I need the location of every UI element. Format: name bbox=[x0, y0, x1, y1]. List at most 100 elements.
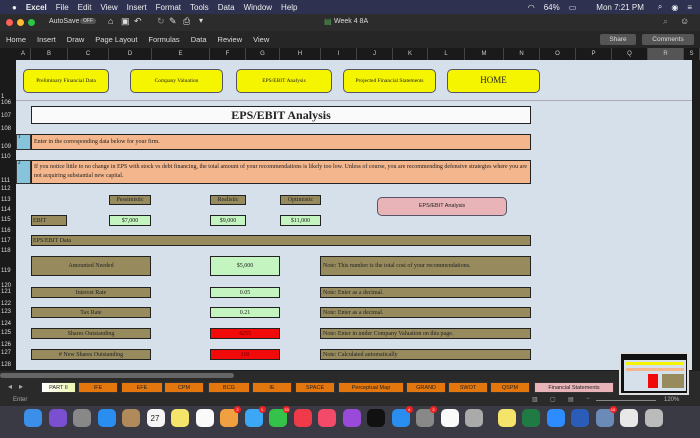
row-header-118[interactable]: 118 bbox=[1, 248, 11, 254]
excel-dock-icon[interactable] bbox=[522, 409, 540, 427]
smiley-feedback-icon[interactable]: ☺ bbox=[680, 16, 689, 26]
share-button[interactable]: Share bbox=[600, 34, 636, 45]
menu-edit[interactable]: Edit bbox=[78, 3, 92, 12]
column-header-i[interactable]: I bbox=[321, 48, 357, 60]
comments-button[interactable]: Comments bbox=[642, 34, 694, 45]
menu-data[interactable]: Data bbox=[218, 3, 235, 12]
scenario-header-realistic[interactable]: Realistic bbox=[210, 195, 246, 205]
data-row-value[interactable]: 0.21 bbox=[210, 307, 280, 318]
tab-review[interactable]: Review bbox=[218, 35, 243, 44]
eps-ebit-chart-button[interactable]: EPS/EBIT Analysis bbox=[377, 197, 507, 216]
data-row-label[interactable]: Shares Outstanding bbox=[31, 328, 151, 339]
trash-dock-icon[interactable] bbox=[644, 409, 663, 427]
apple-icon[interactable]: ● bbox=[12, 3, 17, 12]
zoom-dock-icon[interactable] bbox=[546, 409, 565, 427]
system-preferences-dock-icon[interactable]: 2 bbox=[416, 406, 437, 427]
autosave-toggle[interactable]: OFF bbox=[80, 18, 96, 24]
ebit-pessimistic-input[interactable]: $7,000 bbox=[109, 215, 151, 226]
minimize-window-button[interactable] bbox=[17, 19, 24, 26]
search-icon[interactable]: ⌕ bbox=[663, 16, 668, 27]
notes-2-dock-icon[interactable] bbox=[497, 409, 516, 427]
redo-icon[interactable]: ↻ bbox=[157, 16, 165, 27]
row-header-128[interactable]: 128 bbox=[1, 362, 11, 368]
zoom-slider[interactable] bbox=[596, 400, 656, 401]
data-row-value[interactable]: 110 bbox=[210, 349, 280, 360]
sheet-tab-qspm[interactable]: QSPM bbox=[490, 382, 530, 393]
column-header-m[interactable]: M bbox=[465, 48, 504, 60]
sheet-tab-ie[interactable]: IE bbox=[252, 382, 292, 393]
horizontal-scrollbar[interactable] bbox=[0, 371, 700, 380]
column-header-h[interactable]: H bbox=[280, 48, 321, 60]
messages-dock-icon[interactable]: 1 bbox=[244, 406, 266, 427]
spotlight-icon[interactable]: ⌕ bbox=[658, 2, 662, 12]
zoom-window-button[interactable] bbox=[28, 19, 35, 26]
zoom-out-icon[interactable]: − bbox=[586, 396, 590, 402]
row-header-112[interactable]: 112 bbox=[1, 186, 11, 192]
contacts-dock-icon[interactable] bbox=[122, 409, 140, 427]
scenario-header-pessimistic[interactable]: Pessimistic bbox=[109, 195, 151, 205]
finder-dock-icon[interactable] bbox=[24, 409, 42, 427]
tab-view[interactable]: View bbox=[253, 35, 269, 44]
nav-company-valuation-button[interactable]: Company Valuation bbox=[130, 69, 223, 93]
launchpad-dock-icon[interactable] bbox=[73, 409, 91, 427]
column-header-n[interactable]: N bbox=[504, 48, 540, 60]
sheet-tab-grand[interactable]: GRAND bbox=[406, 382, 446, 393]
column-header-l[interactable]: L bbox=[428, 48, 465, 60]
nav-eps-ebit-analysis-button[interactable]: EPS/EBIT Analysis bbox=[236, 69, 332, 93]
menu-help[interactable]: Help bbox=[281, 3, 297, 12]
column-header-q[interactable]: Q bbox=[612, 48, 648, 60]
tab-draw[interactable]: Draw bbox=[67, 35, 85, 44]
siri-dock-icon[interactable] bbox=[48, 409, 67, 427]
data-row-note[interactable]: Note: Enter as a decimal. bbox=[320, 287, 531, 298]
safari-dock-icon[interactable] bbox=[97, 409, 116, 427]
news-dock-icon[interactable] bbox=[293, 409, 312, 427]
preview-dock-icon[interactable]: 10 bbox=[595, 406, 617, 427]
nav-home-button[interactable]: HOME bbox=[447, 69, 540, 93]
clock[interactable]: Mon 7:21 PM bbox=[596, 3, 644, 12]
sheet-tab-ife[interactable]: IFE bbox=[78, 382, 118, 393]
row-header-113[interactable]: 113 bbox=[1, 197, 11, 203]
close-window-button[interactable] bbox=[6, 19, 13, 26]
data-row-value[interactable]: 4255 bbox=[210, 328, 280, 339]
ebit-optimistic-input[interactable]: $11,000 bbox=[280, 215, 321, 226]
normal-view-icon[interactable]: ▥ bbox=[532, 396, 538, 403]
page-break-view-icon[interactable]: ▤ bbox=[568, 396, 574, 403]
column-header-b[interactable]: B bbox=[31, 48, 68, 60]
section-header-eps-ebit-data[interactable]: EPS/EBIT Data bbox=[31, 235, 531, 246]
nav-projected-financial-statements-button[interactable]: Projected Financial Statements bbox=[343, 69, 436, 93]
row-header-108[interactable]: 108 bbox=[1, 126, 11, 132]
row-header-110[interactable]: 110 bbox=[1, 154, 11, 160]
row-header-109[interactable]: 109 bbox=[1, 144, 11, 150]
facetime-dock-icon[interactable]: 33 bbox=[269, 406, 290, 427]
reminders-dock-icon[interactable] bbox=[195, 409, 214, 427]
tab-insert[interactable]: Insert bbox=[37, 35, 56, 44]
column-header-g[interactable]: G bbox=[246, 48, 280, 60]
menu-app-excel[interactable]: Excel bbox=[26, 3, 47, 12]
column-header-a[interactable]: A bbox=[16, 48, 31, 60]
scrollbar-thumb[interactable] bbox=[0, 373, 234, 378]
row-header-114[interactable]: 114 bbox=[1, 207, 11, 213]
row-header-126[interactable]: 126 bbox=[1, 342, 11, 348]
row-header-117[interactable]: 117 bbox=[1, 238, 11, 244]
column-header-r[interactable]: R bbox=[648, 48, 684, 60]
notes-dock-icon[interactable] bbox=[171, 409, 189, 427]
music-dock-icon[interactable] bbox=[318, 409, 336, 427]
photos-dock-icon[interactable]: 2 bbox=[220, 406, 241, 427]
data-row-note[interactable]: Note: Enter in under Company Valuation o… bbox=[320, 328, 531, 339]
tab-data[interactable]: Data bbox=[191, 35, 207, 44]
tab-formulas[interactable]: Formulas bbox=[148, 35, 179, 44]
page-layout-view-icon[interactable]: ▢ bbox=[550, 396, 556, 403]
scenario-header-optimistic[interactable]: Optimistic bbox=[280, 195, 321, 205]
row-header-125[interactable]: 125 bbox=[1, 330, 11, 336]
tab-home[interactable]: Home bbox=[6, 35, 26, 44]
instruction-text[interactable]: Enter in the corresponding data below fo… bbox=[31, 134, 531, 150]
sheet-tab-cpm[interactable]: CPM bbox=[164, 382, 204, 393]
data-row-value[interactable]: 0.05 bbox=[210, 287, 280, 298]
ical-dock-icon[interactable] bbox=[440, 409, 459, 427]
siri-icon[interactable]: ◉ bbox=[671, 3, 678, 12]
calendar-dock-icon[interactable]: 27 bbox=[146, 409, 165, 427]
word-dock-icon[interactable] bbox=[571, 409, 589, 427]
row-header-127[interactable]: 127 bbox=[1, 350, 11, 356]
menu-view[interactable]: View bbox=[100, 3, 117, 12]
notification-center-icon[interactable]: ≡ bbox=[687, 3, 692, 12]
